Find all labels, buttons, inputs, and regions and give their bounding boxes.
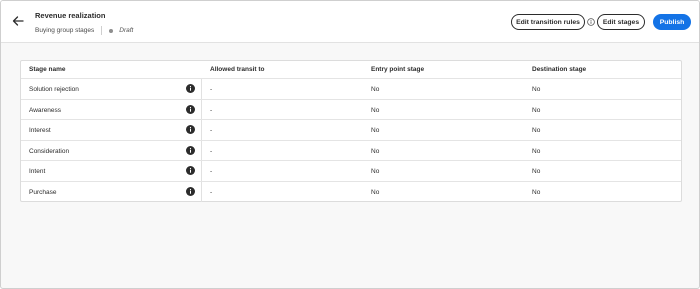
transit-cell: - bbox=[210, 168, 213, 176]
destination-cell: No bbox=[532, 127, 541, 135]
page-title: Revenue realization bbox=[35, 11, 106, 20]
info-icon[interactable] bbox=[186, 84, 195, 93]
stage-name-cell: Consideration bbox=[29, 147, 70, 155]
destination-cell: No bbox=[532, 168, 541, 176]
stage-name-cell: Intent bbox=[29, 168, 46, 176]
table-row[interactable]: Solution rejection - No No bbox=[21, 78, 681, 99]
destination-cell: No bbox=[532, 86, 541, 93]
entry-point-cell: No bbox=[371, 127, 380, 135]
column-header-destination: Destination stage bbox=[532, 66, 587, 73]
destination-cell: No bbox=[532, 189, 541, 196]
page-subtitle: Buying group stages bbox=[35, 27, 95, 34]
table-row[interactable]: Awareness - No No bbox=[21, 98, 681, 120]
back-arrow-icon[interactable] bbox=[11, 14, 25, 28]
transit-cell: - bbox=[210, 147, 213, 155]
info-outline-icon[interactable] bbox=[587, 18, 595, 26]
info-icon[interactable] bbox=[186, 125, 195, 135]
stage-name-cell: Purchase bbox=[29, 189, 57, 196]
info-icon[interactable] bbox=[186, 145, 195, 155]
status-dot-icon bbox=[109, 28, 114, 33]
stage-name-cell: Solution rejection bbox=[29, 86, 79, 93]
stage-name-cell: Interest bbox=[29, 127, 51, 135]
entry-point-cell: No bbox=[371, 147, 380, 155]
transit-cell: - bbox=[210, 127, 213, 135]
entry-point-cell: No bbox=[371, 189, 380, 196]
page-subtitle-row: Buying group stages Draft bbox=[35, 26, 133, 35]
stage-name-cell: Awareness bbox=[29, 106, 62, 114]
table-row[interactable]: Intent - No No bbox=[21, 160, 681, 181]
transit-cell: - bbox=[210, 189, 213, 196]
destination-cell: No bbox=[532, 106, 541, 114]
column-header-allowed-transit: Allowed transit to bbox=[210, 66, 265, 73]
transit-cell: - bbox=[210, 86, 213, 93]
stages-table: Stage name Allowed transit to Entry poin… bbox=[20, 60, 682, 202]
app-frame: Revenue realization Buying group stages … bbox=[0, 0, 700, 289]
edit-stages-button[interactable]: Edit stages bbox=[597, 14, 645, 30]
entry-point-cell: No bbox=[371, 106, 380, 114]
table-row[interactable]: Consideration - No No bbox=[21, 139, 681, 161]
column-header-entry-point: Entry point stage bbox=[371, 66, 425, 73]
info-icon[interactable] bbox=[186, 187, 195, 196]
entry-point-cell: No bbox=[371, 168, 380, 176]
info-icon[interactable] bbox=[186, 166, 195, 176]
status-badge: Draft bbox=[119, 27, 134, 34]
table-row[interactable]: Interest - No No bbox=[21, 119, 681, 140]
page-header: Revenue realization Buying group stages … bbox=[1, 1, 699, 43]
column-header-stage-name: Stage name bbox=[29, 66, 66, 73]
transit-cell: - bbox=[210, 106, 213, 114]
destination-cell: No bbox=[532, 147, 541, 155]
subtitle-divider bbox=[101, 26, 103, 35]
publish-button[interactable]: Publish bbox=[653, 14, 691, 30]
edit-transition-rules-button[interactable]: Edit transition rules bbox=[511, 14, 585, 30]
info-icon[interactable] bbox=[186, 104, 195, 114]
entry-point-cell: No bbox=[371, 86, 380, 93]
table-row[interactable]: Purchase - No No bbox=[21, 181, 681, 202]
table-header: Stage name Allowed transit to Entry poin… bbox=[21, 61, 681, 78]
